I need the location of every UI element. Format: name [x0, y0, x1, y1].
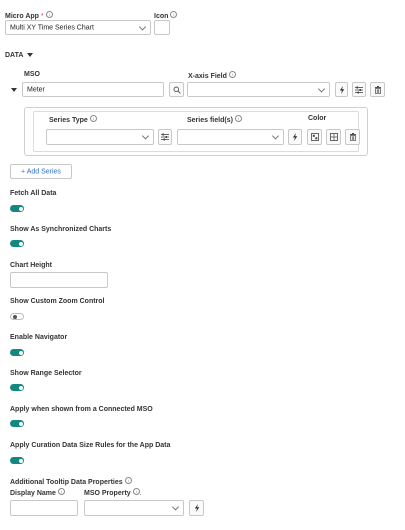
enable-navigator-toggle[interactable] — [10, 349, 24, 356]
add-series-button[interactable]: + Add Series — [10, 164, 72, 179]
series-function-button[interactable] — [288, 129, 302, 145]
fetch-all-data-toggle[interactable] — [10, 205, 24, 212]
micro-app-select[interactable]: Multi XY Time Series Chart — [5, 20, 151, 35]
info-icon: i — [57, 488, 65, 495]
mso-input[interactable]: Meter — [22, 82, 164, 97]
setting-label: Apply Curation Data Size Rules for the A… — [10, 442, 171, 449]
mso-label: MSO — [24, 71, 40, 78]
add-series-label: + Add Series — [21, 168, 61, 175]
info-icon: i — [234, 115, 242, 122]
info-icon: i — [170, 11, 178, 18]
setting-label: Fetch All Data — [10, 190, 57, 197]
bolt-icon — [292, 133, 298, 141]
tooltip-function-button[interactable] — [189, 500, 204, 516]
mso-search-button[interactable] — [169, 82, 184, 97]
icon-label: Icon i — [154, 11, 178, 20]
series-type-label: Series Type i — [49, 115, 97, 124]
x-axis-function-button[interactable] — [335, 82, 348, 97]
series-type-select[interactable] — [46, 129, 154, 145]
sliders-icon — [161, 133, 169, 141]
chevron-down-icon — [171, 503, 180, 511]
delete-row-button[interactable] — [370, 82, 385, 97]
series-type-settings-button[interactable] — [158, 129, 172, 145]
setting-label: Apply when shown from a Connected MSO — [10, 406, 153, 413]
x-axis-field-select[interactable] — [187, 82, 330, 97]
required-mark: * — [40, 13, 44, 20]
tooltip-properties-label: Additional Tooltip Data Properties i — [10, 477, 132, 486]
grid-icon — [329, 133, 338, 141]
sliders-icon — [355, 86, 363, 93]
icon-picker[interactable] — [154, 20, 170, 35]
x-axis-field-label: X-axis Field i — [188, 71, 236, 80]
micro-app-label: Micro App * i — [5, 11, 53, 20]
custom-zoom-toggle[interactable] — [10, 313, 24, 320]
micro-app-value: Multi XY Time Series Chart — [10, 24, 94, 31]
data-section-header[interactable]: DATA — [5, 52, 23, 59]
info-icon: i — [124, 477, 132, 484]
search-icon — [173, 86, 181, 94]
display-name-label: Display Name i — [10, 488, 65, 497]
trash-icon — [349, 133, 356, 141]
delete-series-button[interactable] — [345, 129, 360, 145]
series-fields-label: Series field(s) i — [187, 115, 242, 124]
chevron-down-icon — [141, 132, 150, 140]
connected-mso-toggle[interactable] — [10, 420, 24, 427]
bolt-icon — [339, 85, 344, 94]
mso-property-label: MSO Property i. — [84, 488, 142, 497]
info-icon: i — [228, 71, 236, 78]
setting-label: Show Range Selector — [10, 370, 82, 377]
info-icon: i — [132, 488, 140, 495]
chevron-down-icon — [271, 132, 280, 140]
trash-icon — [374, 85, 381, 94]
mso-property-select[interactable] — [84, 500, 184, 516]
setting-label: Show As Synchronized Charts — [10, 226, 112, 233]
x-axis-settings-button[interactable] — [352, 82, 366, 97]
chart-height-input[interactable] — [10, 272, 108, 288]
palette-icon — [310, 133, 319, 141]
range-selector-toggle[interactable] — [10, 384, 24, 391]
series-grid-button[interactable] — [326, 129, 341, 145]
caret-down-icon[interactable] — [27, 53, 33, 57]
series-fields-select[interactable] — [177, 129, 284, 145]
chevron-down-icon — [317, 84, 326, 93]
color-label: Color — [308, 115, 327, 122]
bolt-icon — [194, 504, 199, 512]
mso-value: Meter — [27, 86, 45, 93]
setting-label: Show Custom Zoom Control — [10, 298, 105, 305]
curation-rules-toggle[interactable] — [10, 457, 24, 464]
info-icon: i — [89, 115, 97, 122]
info-icon: i — [45, 11, 53, 18]
color-palette-button[interactable] — [307, 129, 322, 145]
display-name-input[interactable] — [10, 500, 78, 516]
chevron-down-icon — [138, 22, 147, 31]
collapse-row-icon[interactable] — [11, 88, 17, 92]
setting-label: Chart Height — [10, 262, 52, 269]
synchronized-charts-toggle[interactable] — [10, 240, 24, 247]
setting-label: Enable Navigator — [10, 334, 68, 341]
